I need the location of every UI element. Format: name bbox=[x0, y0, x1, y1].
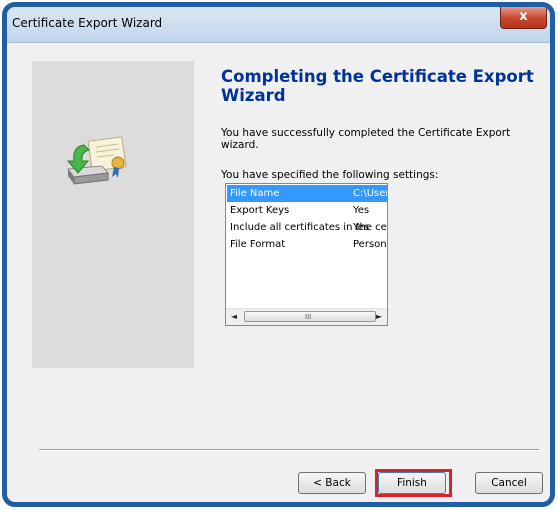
scroll-thumb[interactable]: III bbox=[244, 311, 376, 322]
setting-name: File Format bbox=[230, 239, 286, 250]
close-icon: x bbox=[519, 9, 528, 24]
completion-message: You have successfully completed the Cert… bbox=[221, 127, 511, 151]
scroll-left-arrow-icon[interactable]: ◄ bbox=[226, 309, 242, 325]
setting-name: Export Keys bbox=[230, 205, 290, 216]
settings-row[interactable]: File Name C:\User bbox=[227, 185, 387, 202]
setting-name: File Name bbox=[230, 188, 280, 199]
settings-listbox[interactable]: File Name C:\User Export Keys Yes Includ… bbox=[225, 183, 388, 326]
wizard-page: Completing the Certificate Export Wizard… bbox=[29, 52, 550, 502]
settings-row[interactable]: File Format Persona bbox=[227, 236, 387, 253]
page-title: Completing the Certificate Export Wizard bbox=[221, 67, 534, 105]
setting-value: Yes bbox=[353, 222, 370, 233]
scroll-grip-icon: III bbox=[305, 313, 312, 321]
title-bar[interactable]: Certificate Export Wizard x bbox=[7, 7, 550, 43]
settings-row[interactable]: Include all certificates in the certific… bbox=[227, 219, 387, 236]
setting-value: C:\User bbox=[353, 188, 387, 199]
settings-row[interactable]: Export Keys Yes bbox=[227, 202, 387, 219]
divider bbox=[39, 449, 539, 451]
window-title: Certificate Export Wizard bbox=[12, 16, 163, 30]
certificate-export-icon bbox=[66, 136, 127, 185]
close-button[interactable]: x bbox=[500, 7, 547, 29]
settings-label: You have specified the following setting… bbox=[221, 169, 439, 181]
horizontal-scrollbar[interactable]: ◄ III ► bbox=[226, 308, 387, 325]
finish-highlight-box bbox=[375, 469, 452, 497]
wizard-side-panel bbox=[32, 61, 194, 368]
scroll-right-arrow-icon[interactable]: ► bbox=[371, 309, 387, 325]
setting-value: Yes bbox=[353, 205, 370, 216]
cancel-button[interactable]: Cancel bbox=[475, 472, 543, 494]
back-button[interactable]: < Back bbox=[298, 472, 366, 494]
window: Certificate Export Wizard x Completing t… bbox=[2, 2, 555, 507]
setting-value: Persona bbox=[353, 239, 387, 250]
